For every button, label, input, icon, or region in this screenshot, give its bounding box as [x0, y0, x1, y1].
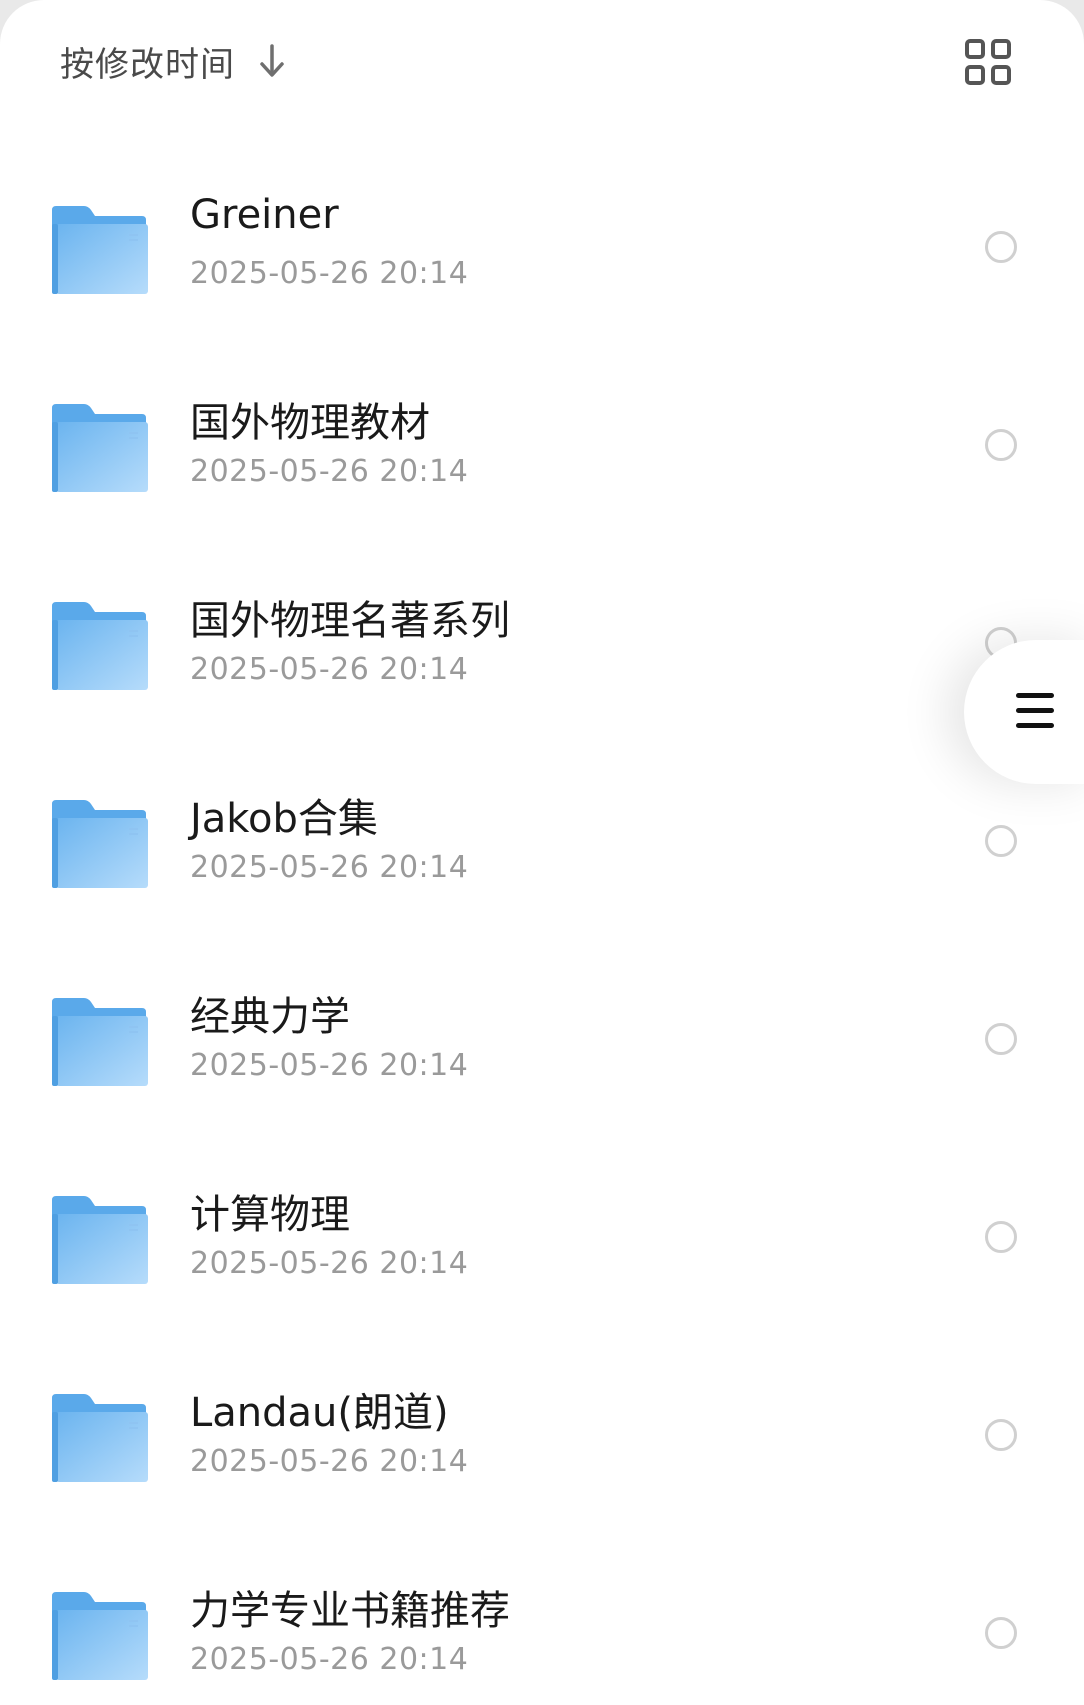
file-row[interactable]: 计算物理 2025-05-26 20:14 [0, 1150, 1084, 1348]
select-radio[interactable] [985, 1221, 1017, 1253]
file-name: 经典力学 [190, 994, 350, 1040]
file-list: Greiner 2025-05-26 20:14 国外物理教材 2025-05-26 … [0, 160, 1084, 1705]
file-row[interactable]: 国外物理教材 2025-05-26 20:14 [0, 358, 1084, 556]
file-modified-time: 2025-05-26 20:14 [190, 1642, 469, 1677]
file-row[interactable]: 国外物理名著系列 2025-05-26 20:14 [0, 556, 1084, 754]
file-modified-time: 2025-05-26 20:14 [190, 652, 469, 687]
file-modified-time: 2025-05-26 20:14 [190, 1246, 469, 1281]
file-modified-time: 2025-05-26 20:14 [190, 1444, 469, 1479]
file-row[interactable]: 力学专业书籍推荐 2025-05-26 20:14 [0, 1546, 1084, 1705]
folder-icon [52, 1394, 148, 1482]
file-row[interactable]: Landau(朗道) 2025-05-26 20:14 [0, 1348, 1084, 1546]
sort-selector[interactable]: 按修改时间 [60, 36, 287, 86]
file-name: 国外物理名著系列 [190, 598, 510, 644]
select-radio[interactable] [985, 231, 1017, 263]
grid-view-icon[interactable] [964, 38, 1012, 86]
file-name: Jakob合集 [190, 796, 378, 842]
folder-icon [52, 800, 148, 888]
file-browser-panel: 按修改时间 Greiner 2025-05-26 20:14 国外物理教材 2025-… [0, 0, 1084, 1705]
file-row[interactable]: Jakob合集 2025-05-26 20:14 [0, 754, 1084, 952]
file-name: 力学专业书籍推荐 [190, 1588, 510, 1634]
file-name: Landau(朗道) [190, 1390, 449, 1436]
file-name: Greiner [190, 192, 339, 238]
arrow-down-icon [260, 44, 284, 77]
select-radio[interactable] [985, 1419, 1017, 1451]
select-radio[interactable] [985, 825, 1017, 857]
file-row[interactable]: 经典力学 2025-05-26 20:14 [0, 952, 1084, 1150]
select-radio[interactable] [985, 1023, 1017, 1055]
file-name: 国外物理教材 [190, 400, 430, 446]
folder-icon [52, 1592, 148, 1680]
folder-icon [52, 602, 148, 690]
sort-label: 按修改时间 [60, 44, 235, 85]
file-name: 计算物理 [190, 1192, 350, 1238]
select-radio[interactable] [985, 1617, 1017, 1649]
select-radio[interactable] [985, 429, 1017, 461]
folder-icon [52, 998, 148, 1086]
menu-icon [1016, 693, 1054, 728]
file-modified-time: 2025-05-26 20:14 [190, 850, 469, 885]
file-modified-time: 2025-05-26 20:14 [190, 454, 469, 489]
folder-icon [52, 404, 148, 492]
folder-icon [52, 206, 148, 294]
file-modified-time: 2025-05-26 20:14 [190, 1048, 469, 1083]
folder-icon [52, 1196, 148, 1284]
file-row[interactable]: Greiner 2025-05-26 20:14 [0, 160, 1084, 358]
file-modified-time: 2025-05-26 20:14 [190, 256, 469, 291]
